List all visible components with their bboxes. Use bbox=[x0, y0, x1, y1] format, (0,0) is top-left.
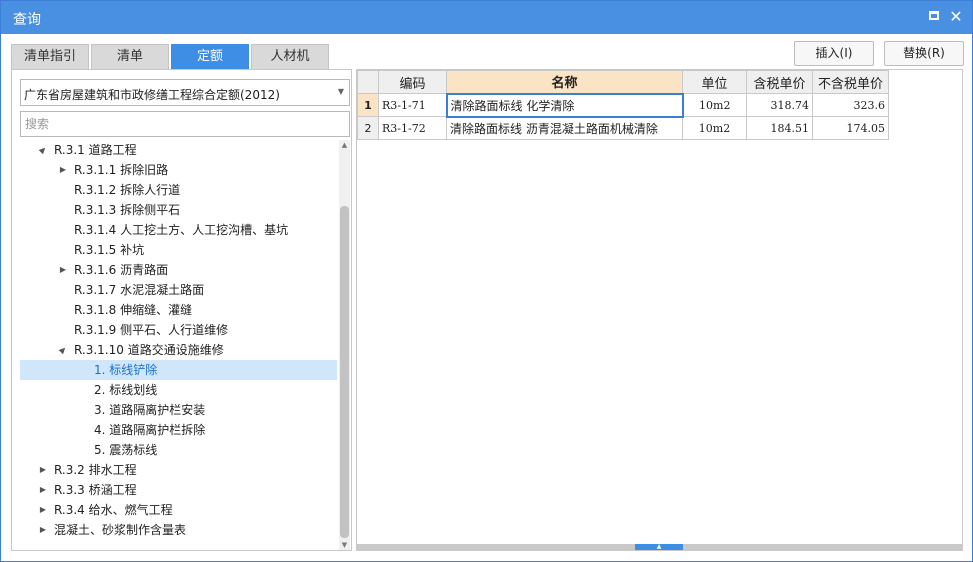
tree-node[interactable]: R.3.1.4 人工挖土方、人工挖沟槽、基坑 bbox=[20, 220, 337, 240]
quota-grid-panel: 编码 名称 单位 含税单价 不含税单价 1 R3-1-71 清除路面标线 化学清… bbox=[356, 69, 963, 551]
tree-node-label: R.3.1.3 拆除侧平石 bbox=[74, 203, 181, 217]
close-icon[interactable]: ✕ bbox=[947, 8, 965, 26]
row-number: 2 bbox=[357, 116, 379, 140]
tree-node-label: R.3.2 排水工程 bbox=[54, 463, 137, 477]
expand-arrow-icon[interactable]: ▶ bbox=[38, 520, 48, 540]
scroll-grip-icon[interactable]: ▲ bbox=[635, 544, 683, 550]
tree-node-label: R.3.1.10 道路交通设施维修 bbox=[74, 343, 224, 357]
cell-price-tax[interactable]: 184.51 bbox=[746, 116, 813, 140]
expand-arrow-icon[interactable]: ▶ bbox=[58, 160, 68, 180]
tree-node[interactable]: 1. 标线铲除 bbox=[20, 360, 337, 380]
scroll-thumb[interactable] bbox=[340, 206, 349, 538]
library-select-value: 广东省房屋建筑和市政修缮工程综合定额(2012) bbox=[24, 88, 280, 102]
collapse-arrow-icon[interactable]: ▲ bbox=[52, 339, 73, 360]
window-title: 查询 bbox=[13, 12, 41, 28]
tree-node[interactable]: R.3.1.9 侧平石、人行道维修 bbox=[20, 320, 337, 340]
cell-unit[interactable]: 10m2 bbox=[682, 93, 747, 117]
tree-node[interactable]: ▶ 混凝土、砂浆制作含量表 bbox=[20, 520, 337, 540]
tree-node[interactable]: ▶ R.3.3 桥涵工程 bbox=[20, 480, 337, 500]
tree-node[interactable]: R.3.1.3 拆除侧平石 bbox=[20, 200, 337, 220]
tree-node-label: R.3.1.7 水泥混凝土路面 bbox=[74, 283, 205, 297]
quota-grid: 编码 名称 单位 含税单价 不含税单价 1 R3-1-71 清除路面标线 化学清… bbox=[357, 70, 889, 140]
tree-node-label: 5. 震荡标线 bbox=[94, 443, 158, 457]
table-row[interactable]: 1 R3-1-71 清除路面标线 化学清除 10m2 318.74 323.6 bbox=[357, 92, 889, 118]
cell-name[interactable]: 清除路面标线 沥青混凝土路面机械清除 bbox=[446, 116, 683, 140]
cell-price-tax[interactable]: 318.74 bbox=[746, 93, 813, 117]
cell-code[interactable]: R3-1-72 bbox=[378, 116, 447, 140]
tree-node-label: R.3.4 给水、燃气工程 bbox=[54, 503, 173, 517]
insert-button[interactable]: 插入(I) bbox=[794, 41, 874, 66]
expand-arrow-icon[interactable]: ▶ bbox=[38, 460, 48, 480]
expand-arrow-icon[interactable]: ▶ bbox=[38, 480, 48, 500]
tree-scrollbar[interactable]: ▲ ▼ bbox=[339, 140, 350, 550]
tree-node[interactable]: 2. 标线划线 bbox=[20, 380, 337, 400]
tree-node-label: R.3.1 道路工程 bbox=[54, 143, 137, 157]
tree-node-label: R.3.1.6 沥青路面 bbox=[74, 263, 169, 277]
tree-node[interactable]: R.3.1.7 水泥混凝土路面 bbox=[20, 280, 337, 300]
cell-price-notax[interactable]: 174.05 bbox=[812, 116, 889, 140]
scroll-up-icon[interactable]: ▲ bbox=[339, 140, 350, 150]
tree-node[interactable]: ▶ R.3.4 给水、燃气工程 bbox=[20, 500, 337, 520]
maximize-icon[interactable] bbox=[925, 8, 943, 26]
tab-quota[interactable]: 定额 bbox=[171, 44, 249, 69]
library-select[interactable]: 广东省房屋建筑和市政修缮工程综合定额(2012) ▼ bbox=[20, 79, 350, 106]
row-number-header bbox=[357, 70, 379, 94]
dropdown-arrow-icon[interactable]: ▼ bbox=[338, 87, 344, 96]
tree-node-label: R.3.1.5 补坑 bbox=[74, 243, 145, 257]
replace-button[interactable]: 替换(R) bbox=[884, 41, 964, 66]
tree-node[interactable]: R.3.1.8 伸缩缝、灌缝 bbox=[20, 300, 337, 320]
tab-labor-material-machine[interactable]: 人材机 bbox=[251, 44, 329, 69]
left-panel: 广东省房屋建筑和市政修缮工程综合定额(2012) ▼ ▲R.3.1 道路工程▶R… bbox=[11, 69, 352, 551]
tree-node[interactable]: ▶ R.3.2 排水工程 bbox=[20, 460, 337, 480]
tree-node-label: 2. 标线划线 bbox=[94, 383, 158, 397]
tree-node[interactable]: R.3.1.2 拆除人行道 bbox=[20, 180, 337, 200]
grid-horizontal-scrollbar[interactable]: ▲ bbox=[357, 544, 962, 550]
tree-node[interactable]: ▲ R.3.1.10 道路交通设施维修 bbox=[20, 340, 337, 360]
tree-node[interactable]: ▲ R.3.1 道路工程 bbox=[20, 140, 337, 160]
tree-node-label: 1. 标线铲除 bbox=[94, 363, 158, 377]
tree-node[interactable]: 3. 道路隔离护栏安装 bbox=[20, 400, 337, 420]
tree-node-label: R.3.1.8 伸缩缝、灌缝 bbox=[74, 303, 193, 317]
tree-node[interactable]: 4. 道路隔离护栏拆除 bbox=[20, 420, 337, 440]
column-header-name[interactable]: 名称 bbox=[446, 70, 683, 94]
expand-arrow-icon[interactable]: ▶ bbox=[58, 260, 68, 280]
tree-node-label: R.3.1.1 拆除旧路 bbox=[74, 163, 169, 177]
tree-node-label: R.3.1.2 拆除人行道 bbox=[74, 183, 181, 197]
tree-node-label: R.3.1.4 人工挖土方、人工挖沟槽、基坑 bbox=[74, 223, 289, 237]
quota-tree: ▲ R.3.1 道路工程 ▶ R.3.1.1 拆除旧路 R.3.1.2 拆除人行道 R.3… bbox=[20, 140, 337, 550]
row-number: 1 bbox=[357, 93, 379, 117]
cell-code[interactable]: R3-1-71 bbox=[378, 93, 447, 117]
tab-bill-guide[interactable]: 清单指引 bbox=[11, 44, 89, 69]
cell-name[interactable]: 清除路面标线 化学清除 bbox=[445, 92, 684, 118]
tree-node[interactable]: R.3.1.5 补坑 bbox=[20, 240, 337, 260]
tree-node-label: R.3.3 桥涵工程 bbox=[54, 483, 137, 497]
tab-bill[interactable]: 清单 bbox=[91, 44, 169, 69]
tree-node[interactable]: ▶ R.3.1.1 拆除旧路 bbox=[20, 160, 337, 180]
column-header-unit[interactable]: 单位 bbox=[682, 70, 747, 94]
tree-node[interactable]: ▶ R.3.1.6 沥青路面 bbox=[20, 260, 337, 280]
expand-arrow-icon[interactable]: ▶ bbox=[38, 500, 48, 520]
tree-node-label: R.3.1.9 侧平石、人行道维修 bbox=[74, 323, 229, 337]
cell-price-notax[interactable]: 323.6 bbox=[812, 93, 889, 117]
tree-node[interactable]: 5. 震荡标线 bbox=[20, 440, 337, 460]
table-row[interactable]: 2 R3-1-72 清除路面标线 沥青混凝土路面机械清除 10m2 184.51… bbox=[357, 116, 889, 140]
grid-header-row: 编码 名称 单位 含税单价 不含税单价 bbox=[357, 70, 889, 94]
search-input[interactable] bbox=[20, 111, 350, 137]
scroll-down-icon[interactable]: ▼ bbox=[339, 540, 350, 550]
column-header-price-notax[interactable]: 不含税单价 bbox=[812, 70, 889, 94]
tree-node-label: 3. 道路隔离护栏安装 bbox=[94, 403, 206, 417]
column-header-price-tax[interactable]: 含税单价 bbox=[746, 70, 813, 94]
column-header-code[interactable]: 编码 bbox=[378, 70, 447, 94]
query-window: 查询 ✕ 清单指引 清单 定额 人材机 插入(I) 替换(R) 广东省房屋建筑和… bbox=[0, 0, 973, 562]
tree-node-label: 混凝土、砂浆制作含量表 bbox=[54, 523, 187, 537]
tree-node-label: 4. 道路隔离护栏拆除 bbox=[94, 423, 206, 437]
collapse-arrow-icon[interactable]: ▲ bbox=[32, 140, 53, 161]
title-bar: 查询 ✕ bbox=[1, 1, 972, 34]
cell-unit[interactable]: 10m2 bbox=[682, 116, 747, 140]
